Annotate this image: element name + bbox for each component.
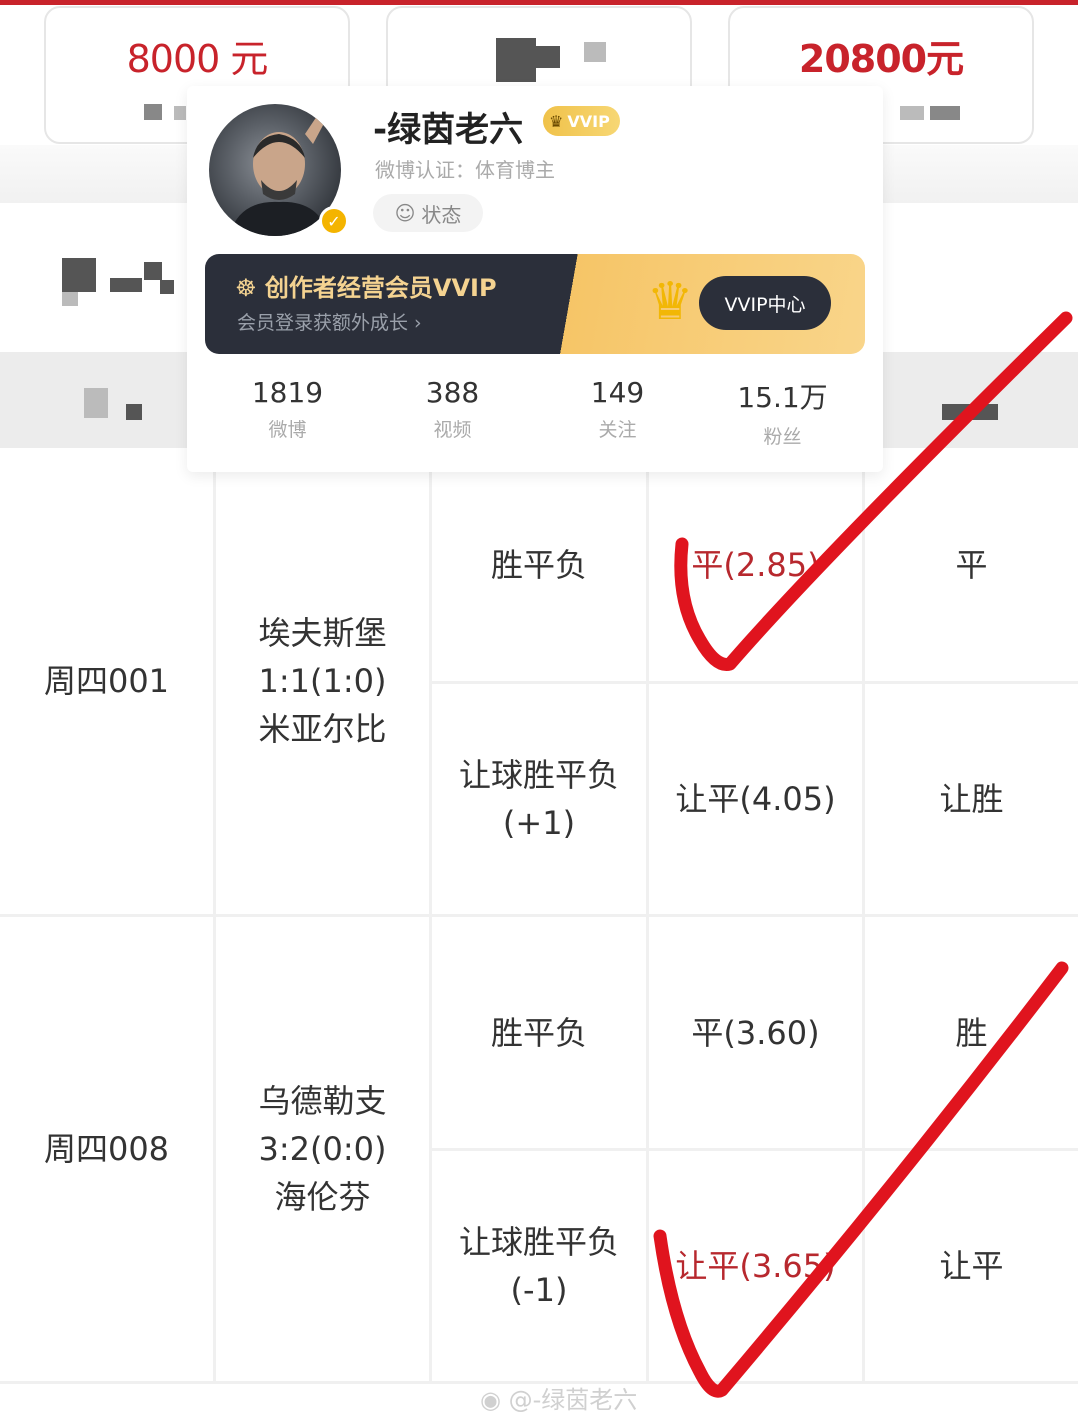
bet-type: 胜平负 (490, 1013, 587, 1052)
stat-value: 1819 (251, 376, 324, 409)
summary-amount: 8000 元 (126, 37, 269, 81)
bet-pick: 让平(4.05) (675, 780, 836, 818)
top-accent-bar (0, 0, 1078, 5)
pixelated-text (584, 42, 606, 62)
stat-label: 粉丝 (763, 426, 802, 448)
bet-result: 胜 (955, 1013, 988, 1052)
pixelated-text (900, 106, 924, 120)
status-label: 状态 (421, 202, 462, 227)
gold-crown-icon: ♛ (646, 272, 694, 332)
bet-pick: 平(3.60) (691, 1013, 820, 1052)
bet-type: 让球胜平负 (-1) (432, 1151, 646, 1381)
match-score: 3:2(0:0) (258, 1130, 387, 1168)
stat-value: 388 (425, 376, 480, 409)
pixelated-text (942, 404, 998, 420)
handicap-label: (-1) (510, 1271, 568, 1309)
vip-center-button[interactable]: VVIP中心 (699, 276, 831, 330)
pixelated-text (144, 104, 162, 120)
pixelated-text (496, 38, 536, 82)
banner-title: ☸ 创作者经营会员VVIP (235, 268, 497, 303)
bet-result: 平 (955, 545, 988, 584)
crown-icon: ♛ (549, 111, 564, 131)
bet-type: 胜平负 (490, 545, 587, 584)
vvip-badge-label: VVIP (567, 111, 610, 131)
match-id: 周四001 (43, 662, 170, 700)
pixelated-text (174, 106, 186, 120)
match-score: 1:1(1:0) (258, 662, 387, 700)
profile-stats: 1819 微博 388 视频 149 关注 15.1万 粉丝 (205, 376, 865, 456)
vvip-badge[interactable]: ♛ VVIP (543, 106, 620, 136)
away-team: 米亚尔比 (258, 710, 387, 748)
status-button[interactable]: ☺ 状态 (373, 194, 483, 232)
pixelated-text (536, 46, 560, 68)
home-team: 乌德勒支 (258, 1082, 387, 1120)
pixelated-text (84, 388, 108, 418)
stat-videos[interactable]: 388 视频 (370, 376, 535, 456)
summary-amount: 20800元 (798, 37, 964, 81)
verified-badge-icon: ✓ (319, 206, 349, 236)
pixelated-text (930, 106, 960, 120)
bet-type-label: 让球胜平负 (458, 756, 619, 794)
bet-type-label: 让球胜平负 (458, 1223, 619, 1261)
home-team: 埃夫斯堡 (258, 614, 387, 652)
status-icon: ☺ (394, 201, 416, 225)
handicap-label: (+1) (502, 804, 576, 842)
stat-label: 关注 (598, 419, 637, 441)
pixelated-text (126, 404, 142, 420)
match-id: 周四008 (43, 1130, 170, 1168)
match-teams-score: 埃夫斯堡 1:1(1:0) 米亚尔比 (216, 448, 429, 914)
bet-pick: 让平(3.65) (675, 1247, 836, 1285)
match-teams-score: 乌德勒支 3:2(0:0) 海伦芬 (216, 917, 429, 1381)
banner-subtitle: 会员登录获额外成长 › (237, 312, 422, 334)
stat-label: 视频 (433, 419, 472, 441)
vvip-banner[interactable]: ☸ 创作者经营会员VVIP 会员登录获额外成长 › ♛ VVIP中心 (205, 254, 865, 354)
bet-result: 让胜 (939, 780, 1004, 818)
bet-pick: 平(2.85) (691, 545, 820, 584)
certification-text: 微博认证：体育博主 (375, 158, 555, 182)
stat-value: 149 (590, 376, 645, 409)
stat-followers[interactable]: 15.1万 粉丝 (700, 376, 865, 456)
stat-value: 15.1万 (737, 381, 828, 414)
profile-card-popup[interactable]: ✓ -绿茵老六 ♛ VVIP 微博认证：体育博主 ☺ 状态 ☸ 创作者经营会员V… (187, 86, 883, 472)
banner-title-text: 创作者经营会员VVIP (264, 274, 497, 302)
pixelated-heading (60, 258, 190, 308)
watermark-text: @-绿茵老六 (508, 1386, 638, 1414)
bet-result: 让平 (939, 1247, 1004, 1285)
profile-username[interactable]: -绿茵老六 (373, 102, 523, 151)
stat-following[interactable]: 149 关注 (535, 376, 700, 456)
watermark: ◉ @-绿茵老六 (480, 1380, 637, 1415)
creator-icon: ☸ (235, 274, 265, 302)
weibo-logo-icon: ◉ (480, 1386, 509, 1414)
stat-label: 微博 (268, 419, 307, 441)
bet-type: 让球胜平负 (+1) (432, 684, 646, 914)
away-team: 海伦芬 (274, 1178, 371, 1216)
stat-weibo[interactable]: 1819 微博 (205, 376, 370, 456)
results-table: 周四001 埃夫斯堡 1:1(1:0) 米亚尔比 胜平负 平(2.85) 平 让… (0, 448, 1078, 1398)
